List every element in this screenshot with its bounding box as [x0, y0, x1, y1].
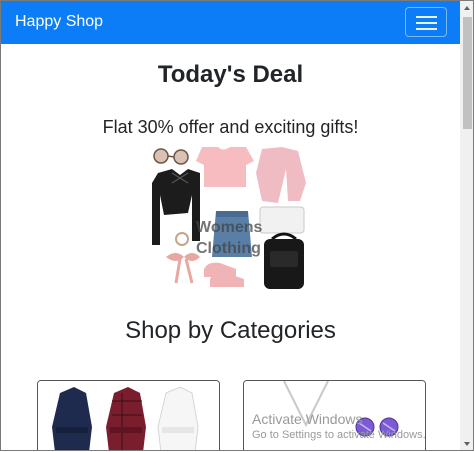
image-overlay-line1: Womens: [196, 219, 262, 236]
category-card-clothing[interactable]: [37, 380, 220, 450]
menu-toggle-button[interactable]: [405, 7, 447, 37]
scroll-down-button[interactable]: [460, 437, 473, 450]
chevron-down-icon: [464, 442, 470, 446]
offer-text: Flat 30% offer and exciting gifts!: [102, 117, 359, 137]
womens-clothing-image[interactable]: Womens Clothing: [148, 143, 310, 293]
windows-activation-watermark: Activate Windows Go to Settings to activ…: [252, 411, 426, 441]
hamburger-icon: [416, 16, 437, 18]
vertical-scrollbar[interactable]: [460, 1, 473, 450]
pink-tshirt-image: [196, 147, 254, 187]
scroll-up-button[interactable]: [460, 1, 473, 16]
browser-viewport: Happy Shop Today's Deal Flat 30% offer a…: [0, 0, 474, 451]
categories-heading: Shop by Categories: [125, 317, 336, 344]
watermark-title: Activate Windows: [252, 411, 363, 427]
navbar: Happy Shop: [1, 1, 460, 44]
chevron-up-icon: [464, 6, 470, 10]
white-clutch-image: [259, 206, 305, 234]
watermark-subtitle: Go to Settings to activate Windows.: [252, 429, 426, 441]
scrollbar-thumb[interactable]: [463, 17, 472, 129]
clothing-category-image: [38, 381, 219, 450]
deal-heading: Today's Deal: [157, 61, 304, 88]
brand-link[interactable]: Happy Shop: [15, 13, 103, 31]
image-overlay-line2: Clothing: [196, 240, 261, 257]
black-backpack-image: [264, 232, 304, 289]
